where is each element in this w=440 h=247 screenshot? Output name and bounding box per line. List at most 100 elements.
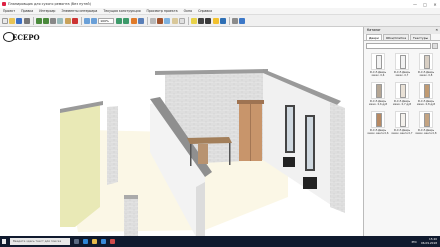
window-tool-icon[interactable] (164, 17, 171, 24)
undo-icon[interactable] (35, 17, 42, 24)
catalog-item[interactable]: Ф-0 Л-Дверь межк. 0,7 дуб (391, 82, 413, 109)
catalog-item[interactable]: Ф-0 Л-Дверь межк. 0,6 (367, 53, 389, 80)
menu-bar: Проект Правка Интерьер Элементы интерьер… (0, 8, 440, 15)
toolbar-separator (80, 16, 82, 25)
window-2-glass (307, 117, 313, 169)
door-icon (424, 113, 430, 127)
menu-interior[interactable]: Интерьер (36, 9, 58, 13)
tab-doors[interactable]: Двери (366, 34, 382, 40)
catalog-search-input[interactable] (366, 43, 431, 49)
text-tool-icon[interactable] (198, 17, 205, 24)
windows-icon (1, 239, 7, 244)
menu-help[interactable]: Справка (195, 9, 215, 13)
door-thumbnail (371, 53, 385, 70)
catalog-item-caption: Ф-0 Л-Дверь межк. венге 0,7 (391, 129, 413, 135)
door-thumbnail (371, 82, 385, 99)
app-window: Планировщик для сухого ремонта (без путе… (0, 0, 440, 247)
toolbar-separator (187, 16, 189, 25)
clock[interactable]: 15:20 06.09.2018 (420, 238, 437, 245)
menu-current-construction[interactable]: Текущая конструкция (100, 9, 143, 13)
toolbar: 100% (0, 15, 440, 27)
clock-date: 06.09.2018 (420, 240, 437, 245)
catalog-item[interactable]: Ф-0 Л-Дверь межк. 0,6 дуб (367, 82, 389, 109)
catalog-item[interactable]: Ф-0 Л-Дверь межк. венге 0,6 (367, 111, 389, 138)
room-model (60, 69, 345, 236)
edge-icon[interactable] (83, 239, 88, 244)
catalog-item[interactable]: Ф-0 Л-Дверь межк. 0,8 дуб (415, 82, 437, 109)
catalog-tabs: Двери Обои/плитка Текстуры (364, 34, 440, 41)
door-icon (424, 55, 430, 69)
catalog-close-icon[interactable]: ✕ (435, 27, 438, 34)
3d-viewport[interactable]: ECEPO (0, 27, 362, 236)
menu-project[interactable]: Проект (0, 9, 18, 13)
menu-interior-elements[interactable]: Элементы интерьера (58, 9, 100, 13)
paste-icon[interactable] (64, 17, 71, 24)
redo-icon[interactable] (42, 17, 49, 24)
save-icon[interactable] (16, 17, 23, 24)
planner-app-icon[interactable] (110, 239, 115, 244)
language-indicator[interactable]: РУС (412, 240, 417, 244)
light-icon[interactable] (212, 17, 219, 24)
floor-tool-icon[interactable] (171, 17, 178, 24)
maximize-button[interactable]: □ (420, 0, 430, 8)
menu-project-view[interactable]: Просмотр проекта (144, 9, 181, 13)
view-plan-icon[interactable] (137, 17, 144, 24)
app-icon (2, 2, 6, 6)
partition-edge (196, 182, 205, 236)
catalog-filter (364, 42, 440, 50)
door-thumbnail (395, 111, 409, 128)
help-icon[interactable] (239, 17, 246, 24)
camera-icon[interactable] (205, 17, 212, 24)
zoom-out-icon[interactable] (91, 17, 98, 24)
toolbar-separator (147, 16, 148, 25)
tab-wallpaper[interactable]: Обои/плитка (382, 34, 410, 40)
door-thumbnail (419, 111, 433, 128)
store-icon[interactable] (101, 239, 106, 244)
catalog-item[interactable]: Ф-0 Л-Дверь межк. венге 0,7 (391, 111, 413, 138)
copy-icon[interactable] (57, 17, 64, 24)
open-folder-icon[interactable] (9, 17, 16, 24)
toolbar-separator (32, 16, 34, 25)
ceiling-tool-icon[interactable] (178, 17, 185, 24)
catalog-item[interactable]: Ф-0 Л-Дверь межк. венге 0,8 (415, 111, 437, 138)
title-bar: Планировщик для сухого ремонта (без путе… (0, 0, 440, 8)
view-3d-icon[interactable] (130, 17, 137, 24)
catalog-search-button[interactable] (432, 43, 438, 49)
catalog-item[interactable]: Ф-0 Л-Дверь межк. 0,7 (391, 53, 413, 80)
render-icon[interactable] (219, 17, 226, 24)
settings-icon[interactable] (231, 17, 238, 24)
door-thumbnail (419, 53, 433, 70)
desk-leg-left (190, 144, 192, 166)
menu-edit[interactable]: Правка (18, 9, 36, 13)
catalog-item[interactable]: Ф-0 Л-Дверь межк. 0,8 (415, 53, 437, 80)
new-project-icon[interactable] (2, 17, 8, 24)
measure-icon[interactable] (190, 17, 197, 24)
rotate-right-icon[interactable] (123, 17, 130, 24)
tab-textures[interactable]: Текстуры (410, 34, 431, 40)
door-icon (376, 113, 382, 127)
catalog-item-caption: Ф-0 Л-Дверь межк. 0,7 (393, 71, 411, 77)
taskbar-search[interactable]: Введите здесь текст для поиска (10, 238, 70, 245)
catalog-title: Каталог (367, 28, 381, 32)
desk-top (187, 137, 232, 144)
zoom-in-icon[interactable] (83, 17, 90, 24)
door-tool-icon[interactable] (157, 17, 164, 24)
zoom-select[interactable]: 100% (98, 17, 115, 24)
catalog-header: Каталог ✕ (364, 27, 440, 34)
window-title: Планировщик для сухого ремонта (без путе… (8, 2, 91, 6)
explorer-icon[interactable] (92, 239, 97, 244)
start-button[interactable] (0, 236, 8, 247)
door-thumbnail (419, 82, 433, 99)
radiator-1 (283, 157, 295, 167)
catalog-item-caption: Ф-0 Л-Дверь межк. 0,6 дуб (368, 100, 388, 106)
minimize-button[interactable]: — (410, 0, 420, 8)
task-view-icon[interactable] (74, 239, 79, 244)
wall-tool-icon[interactable] (150, 17, 156, 24)
print-icon[interactable] (23, 17, 30, 24)
delete-icon[interactable] (71, 17, 78, 24)
menu-window[interactable]: Окно (181, 9, 195, 13)
close-button[interactable]: ✕ (430, 0, 440, 8)
wardrobe-top (237, 100, 264, 104)
cut-icon[interactable] (50, 17, 57, 24)
rotate-left-icon[interactable] (116, 17, 123, 24)
